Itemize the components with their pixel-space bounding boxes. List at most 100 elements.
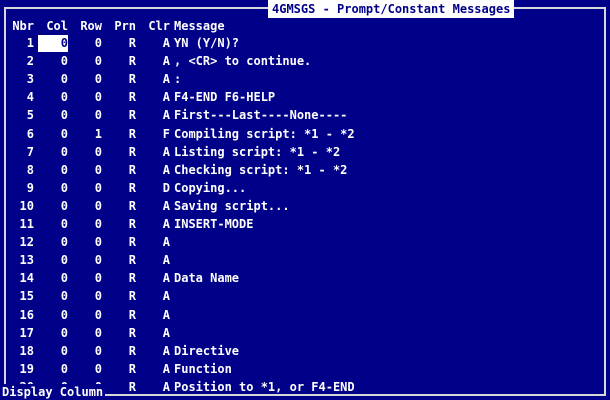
terminal-screen: 4GMSGS - Prompt/Constant Messages Nbr Co… xyxy=(0,0,610,400)
header-row: Row xyxy=(80,19,102,33)
cell-prn[interactable]: R xyxy=(106,198,136,215)
cell-clr[interactable]: A xyxy=(140,162,170,179)
cell-prn[interactable]: R xyxy=(106,216,136,233)
cell-col[interactable]: 0 xyxy=(38,53,68,70)
cell-col[interactable]: 0 xyxy=(38,162,68,179)
cell-col[interactable]: 0 xyxy=(38,180,68,197)
cell-row[interactable]: 0 xyxy=(72,343,102,360)
cell-message[interactable]: F4-END F6-HELP xyxy=(174,89,275,106)
cell-message[interactable]: Saving script... xyxy=(174,198,290,215)
cell-prn[interactable]: R xyxy=(106,180,136,197)
cell-prn[interactable]: R xyxy=(106,162,136,179)
cell-col[interactable]: 0 xyxy=(38,307,68,324)
cell-clr[interactable]: A xyxy=(140,89,170,106)
cell-clr[interactable]: A xyxy=(140,379,170,396)
cell-row[interactable]: 0 xyxy=(72,180,102,197)
cell-clr[interactable]: A xyxy=(140,252,170,269)
cell-clr[interactable]: A xyxy=(140,288,170,305)
cell-prn[interactable]: R xyxy=(106,361,136,378)
cell-message[interactable]: Function xyxy=(174,361,232,378)
cell-row[interactable]: 0 xyxy=(72,325,102,342)
cell-col[interactable]: 0 xyxy=(38,216,68,233)
cell-clr[interactable]: A xyxy=(140,343,170,360)
cell-row[interactable]: 0 xyxy=(72,198,102,215)
cell-message[interactable]: Position to *1, or F4-END xyxy=(174,379,355,396)
cell-row[interactable]: 0 xyxy=(72,89,102,106)
cell-prn[interactable]: R xyxy=(106,53,136,70)
cell-row[interactable]: 0 xyxy=(72,35,102,52)
cell-prn[interactable]: R xyxy=(106,288,136,305)
cell-row[interactable]: 1 xyxy=(72,126,102,143)
cell-clr[interactable]: A xyxy=(140,361,170,378)
cell-row[interactable]: 0 xyxy=(72,71,102,88)
cell-prn[interactable]: R xyxy=(106,379,136,396)
cell-col[interactable]: 0 xyxy=(38,288,68,305)
cell-col[interactable]: 0 xyxy=(38,343,68,360)
cell-clr[interactable]: A xyxy=(140,144,170,161)
cell-message[interactable]: Directive xyxy=(174,343,239,360)
cell-clr[interactable]: A xyxy=(140,107,170,124)
cell-col[interactable]: 0 xyxy=(38,107,68,124)
cell-prn[interactable]: R xyxy=(106,71,136,88)
cell-message[interactable]: : xyxy=(174,71,181,88)
cell-message[interactable]: Checking script: *1 - *2 xyxy=(174,162,347,179)
cell-col[interactable]: 0 xyxy=(38,198,68,215)
cell-clr[interactable]: F xyxy=(140,126,170,143)
cell-prn[interactable]: R xyxy=(106,270,136,287)
cell-prn[interactable]: R xyxy=(106,89,136,106)
cell-col[interactable]: 0 xyxy=(38,89,68,106)
cell-nbr: 1 xyxy=(26,36,34,50)
cell-col[interactable]: 0 xyxy=(38,252,68,269)
cell-clr[interactable]: A xyxy=(140,198,170,215)
cell-row[interactable]: 0 xyxy=(72,107,102,124)
cell-clr[interactable]: D xyxy=(140,180,170,197)
cell-clr[interactable]: A xyxy=(140,325,170,342)
cell-row[interactable]: 0 xyxy=(72,162,102,179)
cell-prn[interactable]: R xyxy=(106,325,136,342)
cell-row[interactable]: 0 xyxy=(72,361,102,378)
cell-clr[interactable]: A xyxy=(140,216,170,233)
cell-clr[interactable]: A xyxy=(140,234,170,251)
cell-prn[interactable]: R xyxy=(106,35,136,52)
cell-col[interactable]: 0 xyxy=(38,234,68,251)
cell-row[interactable]: 0 xyxy=(72,252,102,269)
cell-row[interactable]: 0 xyxy=(72,234,102,251)
cell-message[interactable]: First---Last----None---- xyxy=(174,107,347,124)
cell-col[interactable]: 0 xyxy=(38,361,68,378)
cell-col-active[interactable]: 0 xyxy=(38,35,68,52)
cell-message[interactable]: Data Name xyxy=(174,270,239,287)
cell-prn[interactable]: R xyxy=(106,144,136,161)
cell-col[interactable]: 0 xyxy=(38,71,68,88)
cell-row[interactable]: 0 xyxy=(72,288,102,305)
cell-message[interactable]: INSERT-MODE xyxy=(174,216,253,233)
cell-prn[interactable]: R xyxy=(106,126,136,143)
header-prn: Prn xyxy=(114,19,136,33)
cell-clr[interactable]: A xyxy=(140,35,170,52)
cell-clr[interactable]: A xyxy=(140,307,170,324)
cell-prn[interactable]: R xyxy=(106,307,136,324)
cell-row[interactable]: 0 xyxy=(72,270,102,287)
cell-clr[interactable]: A xyxy=(140,270,170,287)
cell-nbr: 6 xyxy=(26,126,34,141)
cell-message[interactable]: Copying... xyxy=(174,180,246,197)
cell-prn[interactable]: R xyxy=(106,252,136,269)
cell-row[interactable]: 0 xyxy=(72,307,102,324)
cell-message[interactable]: , <CR> to continue. xyxy=(174,53,311,70)
cell-prn[interactable]: R xyxy=(106,107,136,124)
cell-nbr: 8 xyxy=(26,162,34,177)
cell-message[interactable]: Listing script: *1 - *2 xyxy=(174,144,340,161)
cell-prn[interactable]: R xyxy=(106,343,136,360)
cell-nbr: 9 xyxy=(26,180,34,195)
cell-clr[interactable]: A xyxy=(140,71,170,88)
cell-col[interactable]: 0 xyxy=(38,325,68,342)
cell-col[interactable]: 0 xyxy=(38,270,68,287)
cell-col[interactable]: 0 xyxy=(38,144,68,161)
cell-col[interactable]: 0 xyxy=(38,126,68,143)
cell-message[interactable]: YN (Y/N)? xyxy=(174,35,239,52)
cell-clr[interactable]: A xyxy=(140,53,170,70)
cell-message[interactable]: Compiling script: *1 - *2 xyxy=(174,126,355,143)
cell-prn[interactable]: R xyxy=(106,234,136,251)
cell-row[interactable]: 0 xyxy=(72,53,102,70)
cell-row[interactable]: 0 xyxy=(72,216,102,233)
cell-row[interactable]: 0 xyxy=(72,144,102,161)
